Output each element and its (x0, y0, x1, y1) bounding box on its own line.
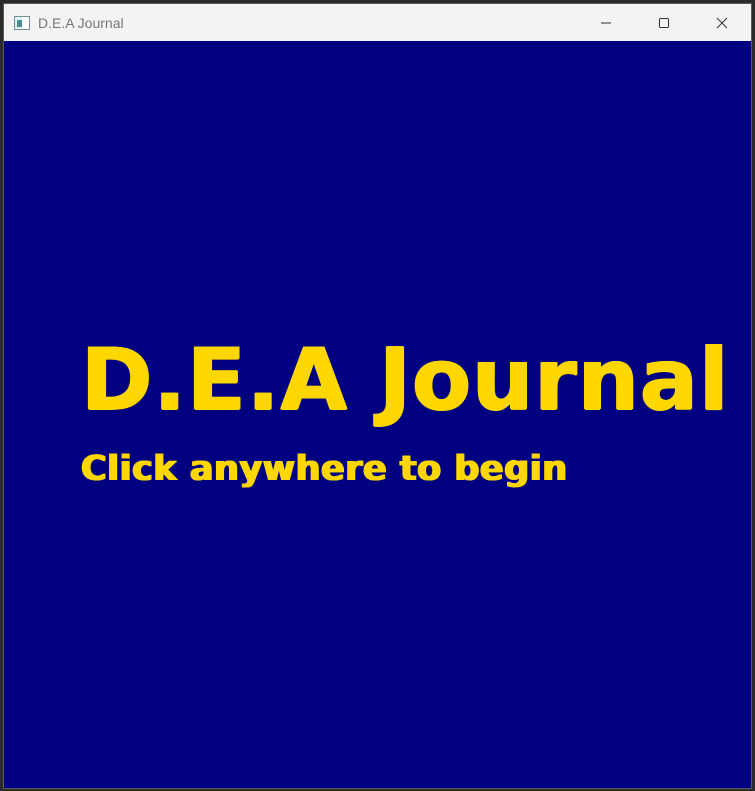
close-button[interactable] (693, 4, 751, 41)
window-titlebar[interactable]: D.E.A Journal (4, 4, 751, 41)
window-controls (577, 4, 751, 41)
minimize-button[interactable] (577, 4, 635, 41)
minimize-icon (600, 17, 612, 29)
page-title: D.E.A Journal (81, 330, 730, 430)
window-title: D.E.A Journal (38, 14, 124, 31)
start-screen[interactable]: D.E.A Journal Click anywhere to begin (4, 41, 751, 788)
close-icon (716, 17, 728, 29)
maximize-icon (658, 17, 670, 29)
app-window: D.E.A Journal D.E.A Journal Click anywhe… (3, 3, 752, 789)
maximize-button[interactable] (635, 4, 693, 41)
app-icon (14, 15, 30, 30)
start-instruction: Click anywhere to begin (81, 449, 568, 489)
